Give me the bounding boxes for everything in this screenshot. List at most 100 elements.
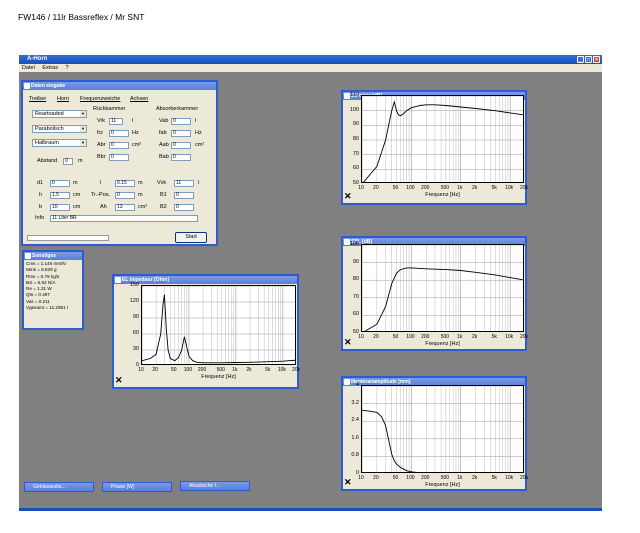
vab-label: Vab [159, 118, 169, 124]
fab-label: fab [159, 130, 167, 136]
series-line-elpower [363, 100, 523, 182]
chart-plot-elpower [361, 95, 524, 183]
ah-unit: cm² [138, 204, 148, 210]
info-input[interactable]: 11 Liter BR [50, 215, 198, 222]
x-tick-label: 10k [505, 475, 514, 481]
vrk-label: Vrk [97, 118, 106, 124]
minimize-button[interactable]: _ [577, 56, 584, 63]
x-tick-label: 2k [471, 334, 478, 340]
combo-space[interactable]: Halbraum ▼ [32, 139, 87, 147]
y-tick-label: 30 [132, 346, 139, 352]
fab-input[interactable]: 0 [171, 130, 191, 137]
vrk-unit: l [132, 118, 134, 124]
input-window: Daten eingabe Treiber Horn Frequenzweich… [21, 80, 218, 246]
chart-close-icon[interactable]: ✕ [344, 337, 352, 348]
x-tick-label: 20 [152, 367, 158, 373]
tab-achsen[interactable]: Achsen [130, 96, 148, 102]
bbr-input[interactable]: 0 [109, 154, 129, 161]
x-tick-label: 20 [373, 185, 379, 191]
b-input[interactable]: 10 [50, 204, 70, 211]
x-axis-title: Frequenz [Hz] [425, 192, 460, 198]
vvk-label: Vvk [157, 180, 167, 186]
fcr-input[interactable]: 0 [109, 130, 129, 137]
b2-input[interactable]: 0 [174, 204, 194, 211]
chart-window-titlebar[interactable]: EL Impedanz [Ohm] [114, 276, 297, 284]
x-tick-label: 50 [392, 475, 399, 481]
x-tick-label: 20k [519, 185, 529, 191]
l-unit: m [138, 180, 143, 186]
minimized-window[interactable]: Akustische I... [180, 481, 250, 491]
params-list: Cms = 1.146 mm/N Mms = 8.829 g Rms = 0.7… [26, 261, 68, 311]
chart-close-icon[interactable]: ✕ [115, 375, 123, 386]
param-line: Vgesamt = 11.2981 l [26, 305, 68, 311]
fcr-label: fcr [97, 130, 104, 136]
aab-unit: cm² [195, 142, 205, 148]
x-tick-label: 5k [491, 185, 497, 191]
vvk-unit: l [198, 180, 200, 186]
menu-datei[interactable]: Datei [22, 65, 35, 71]
x-tick-label: 200 [197, 367, 207, 373]
vab-unit: l [195, 118, 197, 124]
y-tick-label: 60 [132, 330, 139, 336]
l-label: l [100, 180, 102, 186]
bab-label: Bab [159, 154, 169, 160]
fcr-unit: Hz [132, 130, 139, 136]
aab-input[interactable]: 0 [171, 142, 191, 149]
vab-input[interactable]: 0 [171, 118, 191, 125]
input-window-titlebar[interactable]: Daten eingabe [23, 82, 216, 90]
x-tick-label: 20k [519, 334, 529, 340]
info-label: Info [35, 215, 45, 221]
abr-label: Abr [97, 142, 106, 148]
params-window: Sonstiges Cms = 1.146 mm/N Mms = 8.829 g… [22, 250, 84, 330]
series-line-impedance [142, 294, 295, 364]
series-line-spl [364, 267, 523, 331]
ah-input[interactable]: 13 [115, 204, 135, 211]
combo-shape[interactable]: Parabolisch ▼ [32, 125, 87, 133]
start-button[interactable]: Start [175, 232, 207, 243]
x-tick-label: 20k [519, 475, 529, 481]
x-tick-label: 100 [406, 475, 415, 481]
trpos-input[interactable]: 0 [115, 192, 135, 199]
d1-unit: m [73, 180, 78, 186]
d1-label: d1 [37, 180, 44, 186]
tab-horn[interactable]: Horn [57, 96, 69, 102]
params-window-titlebar[interactable]: Sonstiges [24, 252, 82, 260]
l-input[interactable]: 0.15 [115, 180, 135, 187]
y-tick-label: 70 [352, 293, 359, 300]
minimized-window[interactable]: Phase [W] [102, 482, 172, 492]
maximize-button[interactable]: □ [585, 56, 592, 63]
y-tick-label: 90 [352, 258, 359, 265]
trpos-label: Tr.-Pos. [91, 192, 111, 198]
y-tick-label: 3.2 [351, 399, 359, 406]
x-tick-label: 20 [373, 334, 379, 340]
combo-type[interactable]: Reartoaded ▼ [32, 110, 87, 118]
x-tick-label: 100 [406, 185, 415, 191]
abstand-label: Abstand [37, 158, 58, 164]
b-unit: cm [73, 204, 81, 210]
vrk-input[interactable]: 11 [109, 118, 123, 125]
menu-extras[interactable]: Extras [42, 65, 58, 71]
vvk-input[interactable]: 11 [174, 180, 194, 187]
chart-plot-membran [361, 385, 524, 473]
abstand-input[interactable]: 0 [63, 158, 73, 165]
menu-help[interactable]: ? [66, 65, 69, 71]
bab-input[interactable]: 0 [171, 154, 191, 161]
h-input[interactable]: 1.5 [50, 192, 70, 199]
close-button[interactable]: × [593, 56, 600, 63]
x-tick-label: 200 [421, 334, 430, 340]
y-tick-label: 4 [355, 382, 359, 388]
d1-input[interactable]: 0 [50, 180, 70, 187]
x-tick-label: 10k [505, 185, 514, 191]
b2-label: B2 [160, 204, 167, 210]
y-tick-label: 120 [129, 298, 139, 304]
tab-frequenzweiche[interactable]: Frequenzweiche [80, 96, 120, 102]
chart-close-icon[interactable]: ✕ [344, 477, 352, 488]
b1-input[interactable]: 0 [174, 192, 194, 199]
app-title-bar: A-Horn _ □ × [19, 55, 602, 64]
x-axis-title: Frequenz [Hz] [425, 482, 460, 488]
abr-input[interactable]: 0 [109, 142, 129, 149]
absorberkammer-label: Absorberkammer [156, 106, 199, 112]
chart-close-icon[interactable]: ✕ [344, 191, 352, 202]
tab-treiber[interactable]: Treiber [29, 96, 46, 102]
minimized-window[interactable]: Gehäuseabs... [24, 482, 94, 492]
